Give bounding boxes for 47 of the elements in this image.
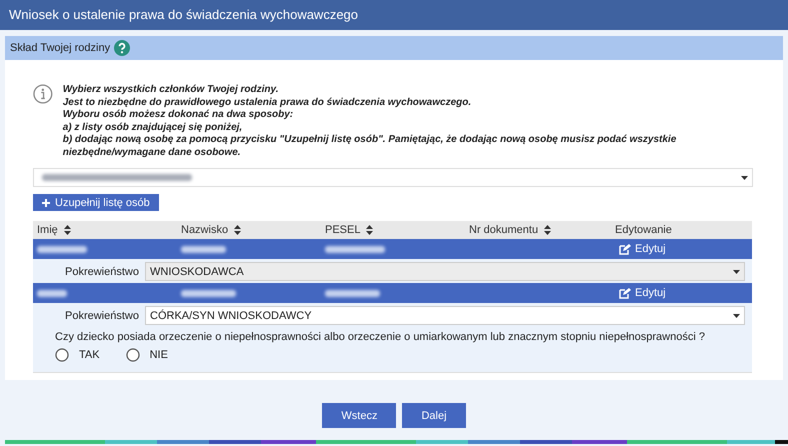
dropdown-value: CÓRKA/SYN WNIOSKODAWCY xyxy=(150,310,312,322)
info-icon xyxy=(33,84,53,104)
field-label: Pokrewieństwo xyxy=(65,308,139,322)
add-person-button[interactable]: Uzupełnij listę osób xyxy=(33,194,159,211)
redacted-text xyxy=(181,246,226,252)
plus-icon xyxy=(42,198,50,206)
window-title: Wniosek o ustalenie prawa do świadczenia wychowawczego xyxy=(0,0,788,30)
nav-button[interactable]: Dalej xyxy=(402,403,466,428)
field-label: Pokrewieństwo xyxy=(65,264,139,278)
redacted-text xyxy=(37,290,67,296)
caret-icon xyxy=(741,176,748,180)
redacted-text xyxy=(325,246,385,252)
edit-button[interactable]: Edytuj xyxy=(615,287,666,299)
redacted-text xyxy=(37,246,87,252)
sort-icon[interactable] xyxy=(64,225,71,235)
dropdown-value: WNIOSKODAWCA xyxy=(150,266,244,278)
column-header[interactable]: Nazwisko xyxy=(181,224,228,236)
sort-icon[interactable] xyxy=(544,225,552,235)
info-text: Wyboru osób możesz dokonać na dwa sposoby: xyxy=(62,109,294,122)
edit-icon xyxy=(619,244,631,254)
column-header[interactable]: Nr dokumentu xyxy=(469,224,538,236)
column-header[interactable]: PESEL xyxy=(325,224,360,236)
table-row[interactable]: Edytuj xyxy=(33,239,752,259)
sort-icon[interactable] xyxy=(234,225,242,235)
caret-icon xyxy=(733,270,740,274)
caret-icon xyxy=(733,314,740,318)
nav-button[interactable]: Wstecz xyxy=(322,403,396,428)
sort-icon[interactable] xyxy=(366,225,374,235)
question-text: Czy dziecko posiada orzeczenie o niepełnosprawności albo orzeczenie o umiarkowanym lub znacznym stopniu niepełnosprawności ? xyxy=(55,331,706,343)
column-header[interactable]: Imię xyxy=(37,224,58,236)
redacted-text xyxy=(181,290,236,296)
info-text: a) z listy osób znajdującej się poniżej, xyxy=(62,122,244,134)
edit-button[interactable]: Edytuj xyxy=(615,243,666,255)
column-header: Edytowanie xyxy=(615,224,672,236)
redacted-text xyxy=(325,290,380,296)
table-row[interactable]: Edytuj xyxy=(33,283,752,303)
info-text: Jest to niezbędne do prawidłowego ustalenia prawa do świadczenia wychowawczego. xyxy=(62,96,472,109)
radio-option[interactable]: TAK xyxy=(55,348,100,362)
help-icon[interactable] xyxy=(114,40,130,56)
radio-icon[interactable] xyxy=(126,348,140,362)
radio-icon[interactable] xyxy=(55,348,69,362)
section-title: Skład Twojej rodziny xyxy=(10,42,110,54)
radio-option[interactable]: NIE xyxy=(126,348,168,362)
info-text: Wybierz wszystkich członków Twojej rodziny. xyxy=(62,84,280,96)
edit-icon xyxy=(619,288,631,298)
relationship-dropdown[interactable]: CÓRKA/SYN WNIOSKODAWCY xyxy=(145,306,745,325)
info-text: b) dodając nową osobę za pomocą przycisku "Uzupełnij listę osób". Pamiętając, że dodając nową osobę musisz podać wszystkie niezbędne/wymagane dane osobowe. xyxy=(62,134,678,159)
